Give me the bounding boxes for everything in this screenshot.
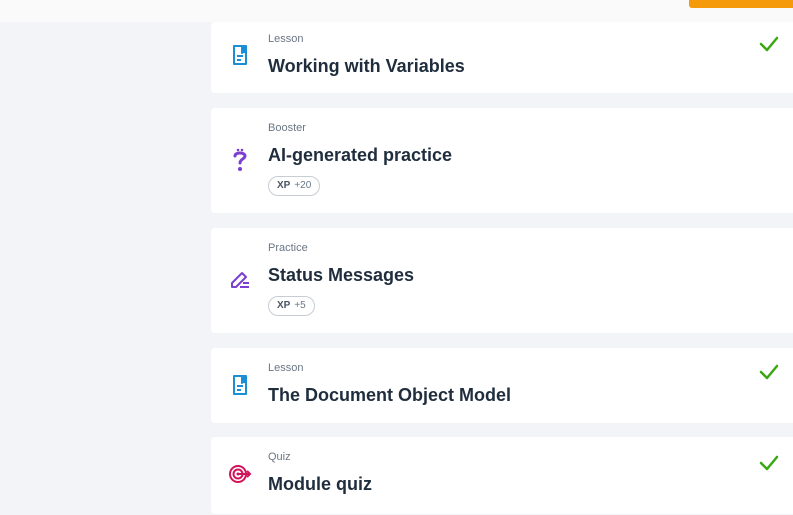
check-icon (759, 364, 779, 380)
xp-label: XP (277, 180, 291, 191)
pencil-edit-icon (231, 272, 249, 288)
list-item-lesson-document-object-model[interactable]: Lesson The Document Object Model (211, 348, 793, 423)
xp-value: +5 (294, 300, 306, 311)
lesson-document-icon (233, 375, 247, 395)
list-item-booster-ai-generated-practice[interactable]: Booster AI-generated practice XP +20 (211, 108, 793, 213)
lesson-document-icon (233, 45, 247, 65)
list-item-lesson-working-with-variables[interactable]: Lesson Working with Variables (211, 22, 793, 93)
list-item-quiz-module-quiz[interactable]: Quiz Module quiz (211, 437, 793, 514)
top-bar (0, 0, 793, 22)
question-mark-icon (233, 148, 247, 171)
item-title: Module quiz (268, 474, 372, 494)
item-type-label: Quiz (268, 451, 291, 463)
xp-badge: XP +20 (268, 176, 321, 196)
target-icon (229, 465, 252, 483)
item-type-label: Booster (268, 122, 306, 134)
check-icon (759, 455, 779, 471)
xp-badge: XP +5 (268, 296, 315, 316)
item-type-label: Practice (268, 242, 308, 254)
check-icon (759, 36, 779, 52)
continue-button[interactable] (689, 0, 793, 8)
item-title: AI-generated practice (268, 145, 453, 165)
item-title: Status Messages (268, 265, 415, 285)
list-item-practice-status-messages[interactable]: Practice Status Messages XP +5 (211, 228, 793, 333)
item-type-label: Lesson (268, 33, 304, 45)
item-type-label: Lesson (268, 362, 304, 374)
xp-value: +20 (294, 180, 312, 191)
item-title: Working with Variables (268, 56, 465, 76)
xp-label: XP (277, 300, 291, 311)
item-title: The Document Object Model (268, 385, 512, 405)
